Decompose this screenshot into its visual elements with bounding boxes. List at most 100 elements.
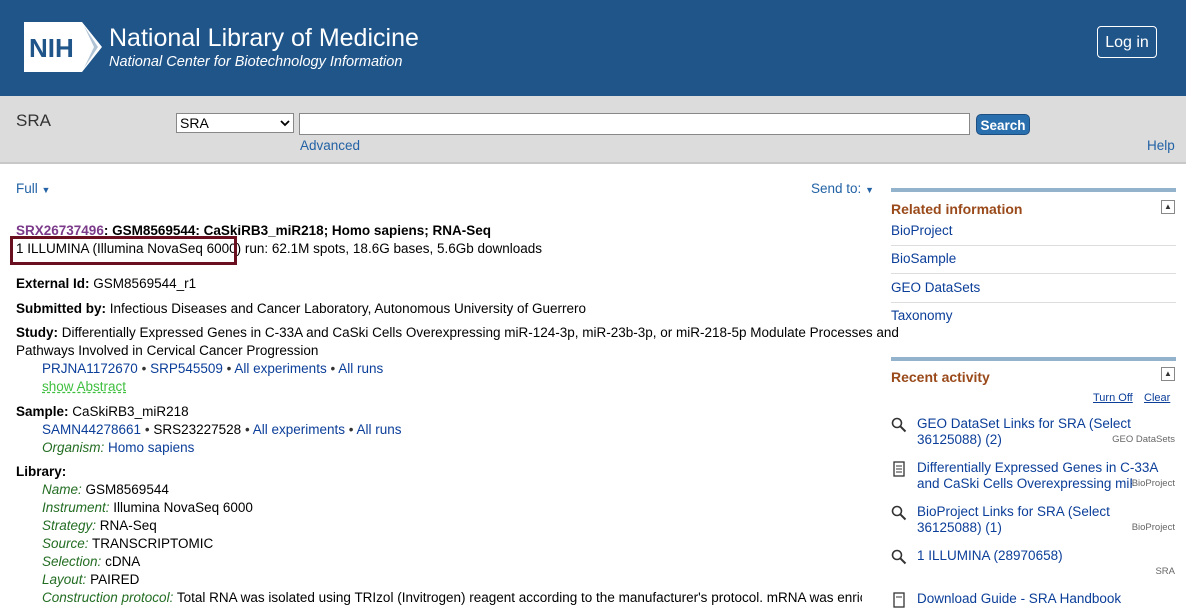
external-id-label: External Id: <box>16 276 90 291</box>
help-link[interactable]: Help <box>1147 138 1175 153</box>
instrument-row: Instrument: Illumina NovaSeq 6000 <box>42 500 253 515</box>
source-label: Source: <box>42 536 89 551</box>
bullet-separator: • <box>244 422 250 437</box>
submitted-row: Submitted by: Infectious Diseases and Ca… <box>16 301 586 316</box>
strategy-value: RNA-Seq <box>99 518 157 533</box>
srp-link[interactable]: SRP545509 <box>150 361 223 376</box>
source-value: TRANSCRIPTOMIC <box>92 536 214 551</box>
recent-item-link[interactable]: 1 ILLUMINA (28970658) <box>917 548 1174 564</box>
related-link-taxonomy[interactable]: Taxonomy <box>891 308 953 323</box>
format-dropdown[interactable]: Full ▼ <box>16 181 50 196</box>
nih-logo[interactable]: NIH <box>24 22 102 72</box>
recent-heading: Recent activity <box>891 369 990 385</box>
send-to-dropdown[interactable]: Send to: ▼ <box>811 181 874 196</box>
send-to-label: Send to: <box>811 181 862 196</box>
recent-item-source: GEO DataSets <box>1112 434 1175 445</box>
search-icon <box>891 549 907 565</box>
related-heading: Related information <box>891 201 1023 217</box>
related-link-geo-datasets[interactable]: GEO DataSets <box>891 280 980 295</box>
library-name-label: Name: <box>42 482 82 497</box>
divider <box>891 273 1176 274</box>
search-icon <box>891 505 907 521</box>
library-label: Library: <box>16 464 67 479</box>
bullet-separator: • <box>141 361 147 376</box>
bullet-separator: • <box>226 361 232 376</box>
sample-all-runs-link[interactable]: All runs <box>357 422 402 437</box>
study-title-line1: Differentially Expressed Genes in C-33A … <box>61 325 899 340</box>
nih-logo-text: NIH <box>29 33 74 63</box>
recent-item-source: SRA <box>1155 566 1175 577</box>
search-icon <box>891 417 907 433</box>
organism-row: Organism: Homo sapiens <box>42 440 194 455</box>
library-name-row: Name: GSM8569544 <box>42 482 169 497</box>
study-row: Study: Differentially Expressed Genes in… <box>16 325 899 340</box>
related-link-bioproject[interactable]: BioProject <box>891 223 953 238</box>
study-title-line2: Pathways Involved in Cervical Cancer Pro… <box>16 343 319 358</box>
layout-row: Layout: PAIRED <box>42 572 139 587</box>
external-id-value: GSM8569544_r1 <box>93 276 197 291</box>
selection-label: Selection: <box>42 554 102 569</box>
collapse-icon[interactable]: ▲ <box>1161 367 1175 381</box>
chevron-down-icon: ▼ <box>865 185 874 195</box>
source-row: Source: TRANSCRIPTOMIC <box>42 536 213 551</box>
instrument-label: Instrument: <box>42 500 110 515</box>
sample-row: Sample: CaSkiRB3_miR218 <box>16 404 189 419</box>
organism-link[interactable]: Homo sapiens <box>108 440 194 455</box>
organism-label: Organism: <box>42 440 105 455</box>
advanced-search-link[interactable]: Advanced <box>300 138 360 153</box>
external-id-row: External Id: GSM8569544_r1 <box>16 276 196 291</box>
run-summary-text: run: 62.1M spots, 18.6G bases, 5.6Gb dow… <box>241 241 543 256</box>
bullet-separator: • <box>348 422 354 437</box>
search-input[interactable] <box>299 113 970 135</box>
database-select[interactable]: SRA <box>176 113 294 133</box>
related-link-biosample[interactable]: BioSample <box>891 251 956 266</box>
document-icon <box>893 592 905 608</box>
recent-item-source: BioProject <box>1131 522 1175 533</box>
submitted-label: Submitted by: <box>16 301 106 316</box>
selection-value: cDNA <box>105 554 141 569</box>
chevron-down-icon: ▼ <box>41 185 51 195</box>
study-all-experiments-link[interactable]: All experiments <box>234 361 326 376</box>
chevron-down-icon <box>280 120 290 127</box>
sample-value: CaSkiRB3_miR218 <box>72 404 189 419</box>
divider <box>891 302 1176 303</box>
instrument-value: Illumina NovaSeq 6000 <box>113 500 253 515</box>
related-panel-bar <box>891 188 1176 192</box>
login-button[interactable]: Log in <box>1097 26 1157 58</box>
database-select-value: SRA <box>180 115 209 131</box>
study-links: PRJNA1172670 • SRP545509 • All experimen… <box>42 361 383 376</box>
study-label: Study: <box>16 325 58 340</box>
search-button[interactable]: Search <box>976 114 1030 135</box>
sample-links: SAMN44278661 • SRS23227528 • All experim… <box>42 422 402 437</box>
recent-item-link[interactable]: Download Guide - SRA Handbook <box>917 591 1174 607</box>
study-all-runs-link[interactable]: All runs <box>338 361 383 376</box>
strategy-row: Strategy: RNA-Seq <box>42 518 157 533</box>
collapse-icon[interactable]: ▲ <box>1161 200 1175 214</box>
library-name-value: GSM8569544 <box>85 482 169 497</box>
format-label: Full <box>16 181 38 196</box>
site-header: NIH National Library of Medicine Nationa… <box>0 0 1186 96</box>
highlight-box <box>10 236 237 265</box>
submitted-value: Infectious Diseases and Cancer Laborator… <box>109 301 587 316</box>
show-abstract-toggle[interactable]: show Abstract <box>42 379 126 394</box>
turn-off-link[interactable]: Turn Off <box>1093 392 1133 404</box>
selection-row: Selection: cDNA <box>42 554 140 569</box>
sample-all-experiments-link[interactable]: All experiments <box>253 422 345 437</box>
library-subtitle[interactable]: National Center for Biotechnology Inform… <box>109 54 402 70</box>
strategy-label: Strategy: <box>42 518 97 533</box>
library-title[interactable]: National Library of Medicine <box>109 24 419 53</box>
divider <box>891 245 1176 246</box>
srs-accession: SRS23227528 <box>153 422 242 437</box>
layout-label: Layout: <box>42 572 87 587</box>
layout-value: PAIRED <box>90 572 140 587</box>
search-bar: SRA SRA Search Advanced Help <box>0 96 1186 164</box>
database-label: SRA <box>16 111 51 130</box>
recent-item-source: BioProject <box>1131 478 1175 489</box>
bullet-separator: • <box>144 422 150 437</box>
biosample-link[interactable]: SAMN44278661 <box>42 422 141 437</box>
sample-label: Sample: <box>16 404 69 419</box>
clear-link[interactable]: Clear <box>1144 392 1170 404</box>
document-icon <box>893 461 905 477</box>
recent-panel-bar <box>891 357 1176 361</box>
bioproject-link[interactable]: PRJNA1172670 <box>42 361 138 376</box>
